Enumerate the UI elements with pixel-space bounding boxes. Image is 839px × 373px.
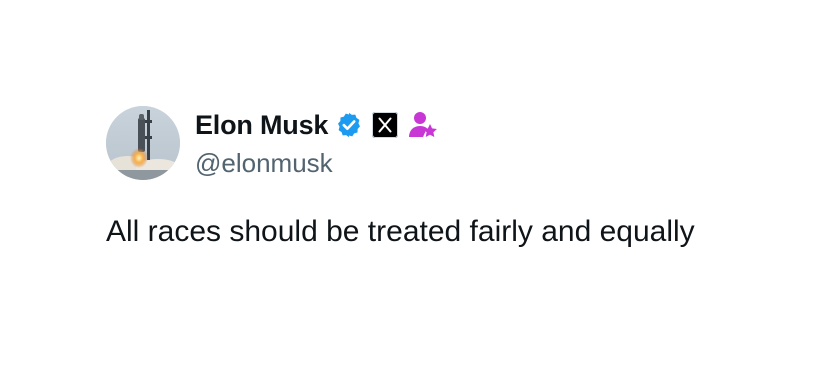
x-affiliate-icon[interactable] (371, 111, 399, 139)
tweet-text: All races should be treated fairly and e… (106, 215, 695, 248)
person-star-icon[interactable] (407, 109, 439, 141)
name-row: Elon Musk (195, 106, 439, 144)
handle[interactable]: @elonmusk (195, 146, 439, 180)
tweet-card: Elon Musk @elonmusk All races should be … (0, 0, 839, 373)
avatar[interactable] (106, 106, 180, 180)
tweet-header: Elon Musk @elonmusk (106, 106, 439, 180)
rocket-launch-avatar-image (106, 106, 180, 180)
display-name[interactable]: Elon Musk (195, 106, 328, 144)
verified-icon[interactable] (335, 111, 363, 139)
author-names: Elon Musk @elonmusk (195, 106, 439, 180)
